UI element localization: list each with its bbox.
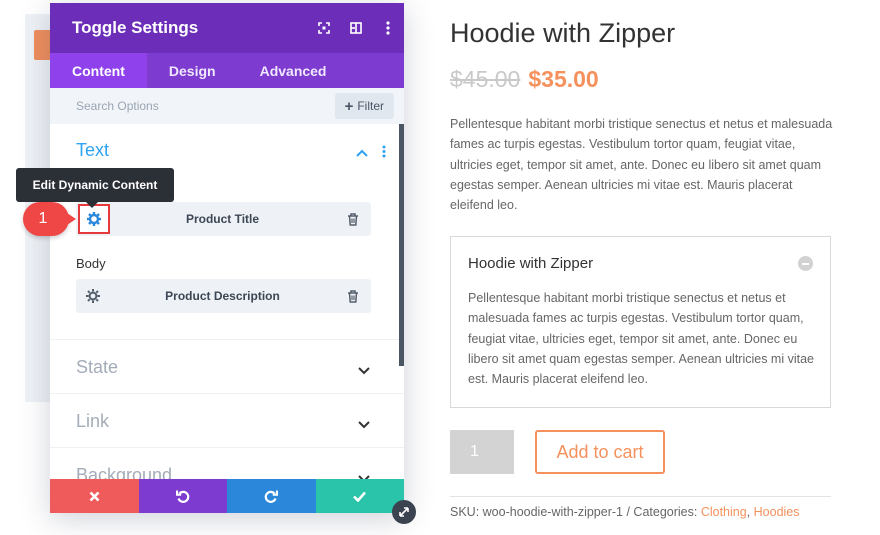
tab-content[interactable]: Content [50, 53, 147, 88]
toggle-title[interactable]: Hoodie with Zipper [468, 255, 593, 272]
body-dynamic-field[interactable]: Product Description [76, 279, 371, 313]
edit-dynamic-content-gear-highlight[interactable] [78, 204, 110, 234]
title-field-value: Product Title [185, 212, 260, 226]
quantity-input[interactable]: 1 [450, 430, 514, 474]
modal-title: Toggle Settings [72, 18, 199, 37]
section-link[interactable]: Link [50, 394, 404, 448]
close-icon [89, 491, 100, 501]
product-toggle[interactable]: Hoodie with Zipper Pellentesque habitant… [450, 236, 831, 408]
trash-icon[interactable] [335, 289, 371, 303]
section-text-title[interactable]: Text [76, 140, 109, 161]
section-background[interactable]: Background [50, 448, 404, 479]
plus-icon: + [344, 97, 354, 115]
undo-button[interactable] [138, 479, 227, 513]
product-meta: SKU: woo-hoodie-with-zipper-1 / Categori… [450, 505, 800, 519]
split-view-icon[interactable] [340, 3, 372, 53]
search-bar: + Filter [50, 88, 404, 124]
toggle-collapse-icon[interactable] [798, 256, 813, 271]
resize-handle[interactable] [392, 500, 416, 524]
price-old: $45.00 [450, 66, 521, 92]
chevron-up-icon[interactable] [356, 144, 368, 162]
edit-dynamic-content-tooltip: Edit Dynamic Content [16, 168, 174, 208]
step-badge: 1 [23, 202, 76, 236]
product-price: $45.00 $35.00 [450, 66, 599, 93]
section-state-title[interactable]: State [76, 357, 118, 378]
section-background-title[interactable]: Background [76, 465, 172, 479]
toggle-settings-modal: Toggle Settings Content Design Advanced … [50, 3, 404, 513]
sku-text: SKU: woo-hoodie-with-zipper-1 / Categori… [450, 505, 701, 519]
section-text: Text Product Title Body Product Descript… [50, 124, 404, 340]
category-separator: , [746, 505, 754, 519]
meta-divider [450, 496, 831, 497]
add-to-cart-button[interactable]: Add to cart [535, 430, 665, 474]
scrollbar[interactable] [399, 124, 404, 366]
chevron-down-icon[interactable] [358, 362, 370, 380]
body-label: Body [76, 256, 106, 271]
trash-icon[interactable] [335, 212, 371, 226]
toggle-body: Pellentesque habitant morbi tristique se… [468, 291, 815, 387]
body-field-value: Product Description [165, 289, 280, 303]
gear-icon[interactable] [76, 279, 110, 313]
section-link-title[interactable]: Link [76, 411, 109, 432]
more-options-icon[interactable] [372, 3, 404, 53]
checkmark-icon [353, 491, 367, 502]
search-options-input[interactable] [76, 99, 335, 113]
discard-button[interactable] [50, 479, 139, 513]
price-new: $35.00 [528, 66, 599, 92]
redo-button[interactable] [227, 479, 316, 513]
undo-icon [175, 490, 189, 503]
filter-label: Filter [357, 99, 384, 113]
section-more-icon[interactable] [382, 145, 386, 163]
resize-arrows-icon [399, 507, 409, 517]
category-link-hoodies[interactable]: Hoodies [754, 505, 800, 519]
gear-icon [87, 212, 101, 226]
modal-tabs: Content Design Advanced [50, 53, 404, 88]
tab-advanced[interactable]: Advanced [238, 53, 349, 88]
save-button[interactable] [315, 479, 404, 513]
product-title: Hoodie with Zipper [450, 18, 676, 48]
modal-footer [50, 479, 404, 513]
product-description: Pellentesque habitant morbi tristique se… [450, 117, 833, 213]
chevron-down-icon[interactable] [358, 470, 370, 479]
title-dynamic-field[interactable]: Product Title [76, 202, 371, 236]
modal-header: Toggle Settings [50, 3, 404, 53]
chevron-down-icon[interactable] [358, 416, 370, 434]
redo-icon [265, 490, 279, 503]
section-state[interactable]: State [50, 340, 404, 394]
category-link-clothing[interactable]: Clothing [701, 505, 747, 519]
filter-button[interactable]: + Filter [334, 93, 394, 119]
expand-icon[interactable] [308, 3, 340, 53]
tab-design[interactable]: Design [147, 53, 238, 88]
